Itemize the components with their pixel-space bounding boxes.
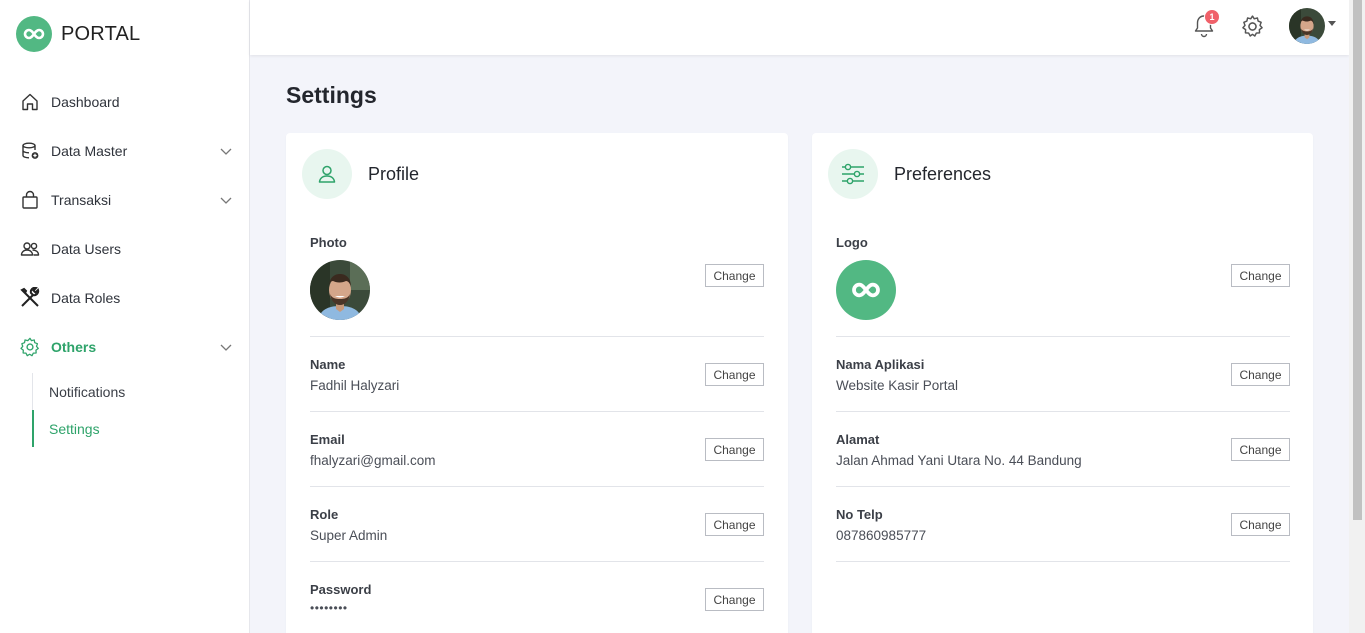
profile-password-row: Password •••••••• Change	[310, 562, 764, 633]
sidebar-item-dashboard[interactable]: Dashboard	[0, 77, 249, 126]
sidebar-item-label: Data Users	[51, 240, 122, 257]
sidebar-item-data-users[interactable]: Data Users	[0, 224, 249, 273]
preferences-phone-row: No Telp 087860985777 Change	[836, 487, 1290, 562]
scrollbar-thumb[interactable]	[1353, 0, 1362, 520]
sliders-icon	[828, 149, 878, 199]
change-phone-button[interactable]: Change	[1231, 513, 1290, 536]
change-name-button[interactable]: Change	[705, 363, 764, 386]
change-address-button[interactable]: Change	[1231, 438, 1290, 461]
users-icon	[19, 238, 41, 260]
sidebar-item-label: Others	[51, 338, 97, 355]
phone-label: No Telp	[836, 507, 883, 522]
name-label: Name	[310, 357, 346, 372]
gear-icon	[19, 336, 41, 358]
change-role-button[interactable]: Change	[705, 513, 764, 536]
database-icon	[19, 140, 41, 162]
sidebar-item-others[interactable]: Others	[0, 322, 249, 371]
profile-role-row: Role Super Admin Change	[310, 487, 764, 562]
name-value: Fadhil Halyzari	[310, 378, 400, 393]
password-label: Password	[310, 582, 372, 597]
preferences-app-name-row: Nama Aplikasi Website Kasir Portal Chang…	[836, 337, 1290, 412]
sidebar-nav: Dashboard Data Master Transaksi Data Use…	[0, 77, 249, 447]
preferences-logo-row: Logo Change	[836, 233, 1290, 337]
change-app-name-button[interactable]: Change	[1231, 363, 1290, 386]
change-email-button[interactable]: Change	[705, 438, 764, 461]
chevron-down-icon	[220, 197, 232, 204]
preferences-card-header: Preferences	[828, 149, 991, 199]
scrollbar[interactable]	[1349, 0, 1365, 633]
email-label: Email	[310, 432, 345, 447]
caret-down-icon[interactable]	[1328, 21, 1336, 26]
sidebar-item-label: Data Roles	[51, 289, 121, 306]
preferences-address-row: Alamat Jalan Ahmad Yani Utara No. 44 Ban…	[836, 412, 1290, 487]
portal-logo-icon	[16, 16, 52, 52]
user-icon	[302, 149, 352, 199]
page-title: Settings	[286, 82, 377, 108]
app-name-value: Website Kasir Portal	[836, 378, 959, 393]
profile-email-row: Email fhalyzari@gmail.com Change	[310, 412, 764, 487]
profile-card-header: Profile	[302, 149, 419, 199]
chevron-down-icon	[220, 148, 232, 155]
profile-photo-row: Photo Change	[310, 233, 764, 337]
home-icon	[19, 91, 41, 113]
address-value: Jalan Ahmad Yani Utara No. 44 Bandung	[836, 453, 1082, 468]
chevron-down-icon	[220, 344, 232, 351]
settings-gear-icon[interactable]	[1240, 14, 1265, 39]
sidebar-item-data-master[interactable]: Data Master	[0, 126, 249, 175]
sidebar-item-transaksi[interactable]: Transaksi	[0, 175, 249, 224]
sidebar-subitem-notifications[interactable]: Notifications	[32, 373, 249, 410]
sidebar: PORTAL Dashboard Data Master Transaksi D…	[0, 0, 250, 633]
email-value: fhalyzari@gmail.com	[310, 453, 436, 468]
sidebar-item-label: Dashboard	[51, 93, 120, 110]
shopping-bag-icon	[19, 189, 41, 211]
card-title: Profile	[368, 163, 420, 184]
card-title: Preferences	[894, 163, 992, 184]
preferences-card: Preferences Logo Change Nama Aplikasi We…	[812, 133, 1313, 633]
profile-card: Profile Photo Change Name Fadhil Halyzar…	[286, 133, 788, 633]
password-value: ••••••••	[310, 601, 348, 615]
change-password-button[interactable]: Change	[705, 588, 764, 611]
app-logo-icon	[836, 260, 896, 320]
topbar: 1	[250, 0, 1349, 55]
address-label: Alamat	[836, 432, 880, 447]
sidebar-item-label: Transaksi	[51, 191, 112, 208]
photo-label: Photo	[310, 235, 347, 250]
phone-value: 087860985777	[836, 528, 927, 543]
sidebar-subitem-settings[interactable]: Settings	[32, 410, 249, 447]
profile-photo	[310, 260, 370, 320]
role-value: Super Admin	[310, 528, 388, 543]
tools-icon	[19, 286, 41, 309]
user-avatar[interactable]	[1289, 8, 1325, 44]
change-logo-button[interactable]: Change	[1231, 264, 1290, 287]
brand[interactable]: PORTAL	[16, 16, 140, 52]
brand-name: PORTAL	[61, 22, 141, 45]
others-submenu: Notifications Settings	[0, 373, 249, 447]
notification-badge: 1	[1204, 9, 1220, 25]
app-name-label: Nama Aplikasi	[836, 357, 925, 372]
role-label: Role	[310, 507, 339, 522]
change-photo-button[interactable]: Change	[705, 264, 764, 287]
logo-label: Logo	[836, 235, 868, 250]
sidebar-item-data-roles[interactable]: Data Roles	[0, 273, 249, 322]
profile-name-row: Name Fadhil Halyzari Change	[310, 337, 764, 412]
sidebar-item-label: Data Master	[51, 142, 128, 159]
